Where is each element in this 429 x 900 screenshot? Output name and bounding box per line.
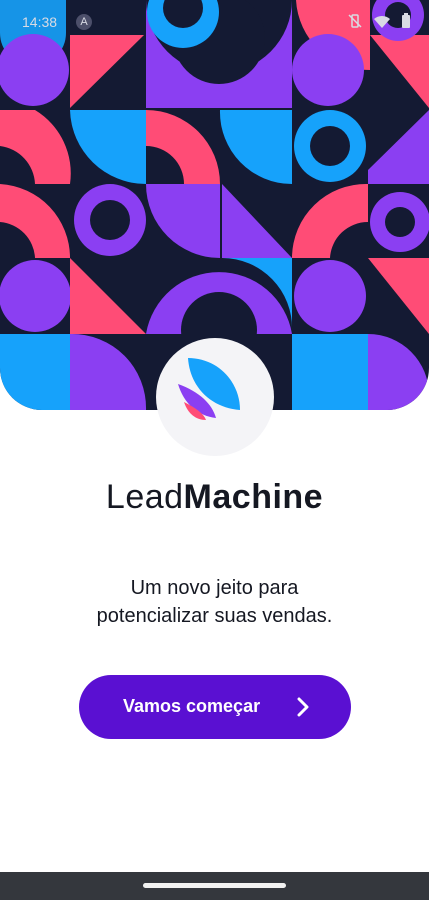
wifi-icon: [374, 15, 390, 28]
brand-title-light: Lead: [105, 478, 184, 516]
chevron-right-icon: [297, 697, 309, 717]
start-button[interactable]: Vamos começar: [79, 675, 351, 739]
app-logo: [156, 338, 274, 456]
status-icons: [347, 13, 411, 29]
brand-title-bold: Machine: [183, 478, 324, 516]
android-app-icon: A: [76, 14, 92, 30]
leaf-logo-icon: [178, 358, 240, 420]
battery-icon: [402, 13, 410, 28]
brand-title: LeadMachine: [0, 478, 429, 517]
home-gesture-handle[interactable]: [143, 883, 286, 888]
navigation-bar: [0, 872, 429, 900]
start-button-label: Vamos começar: [123, 696, 261, 716]
tagline: Um novo jeito para potencializar suas ve…: [0, 574, 429, 630]
tagline-line-2: potencializar suas vendas.: [96, 605, 333, 627]
status-time: 14:38: [22, 14, 58, 30]
status-bar: 14:38 A: [0, 0, 429, 44]
vibrate-off-icon: [348, 14, 362, 28]
tagline-line-1: Um novo jeito para: [130, 577, 299, 599]
